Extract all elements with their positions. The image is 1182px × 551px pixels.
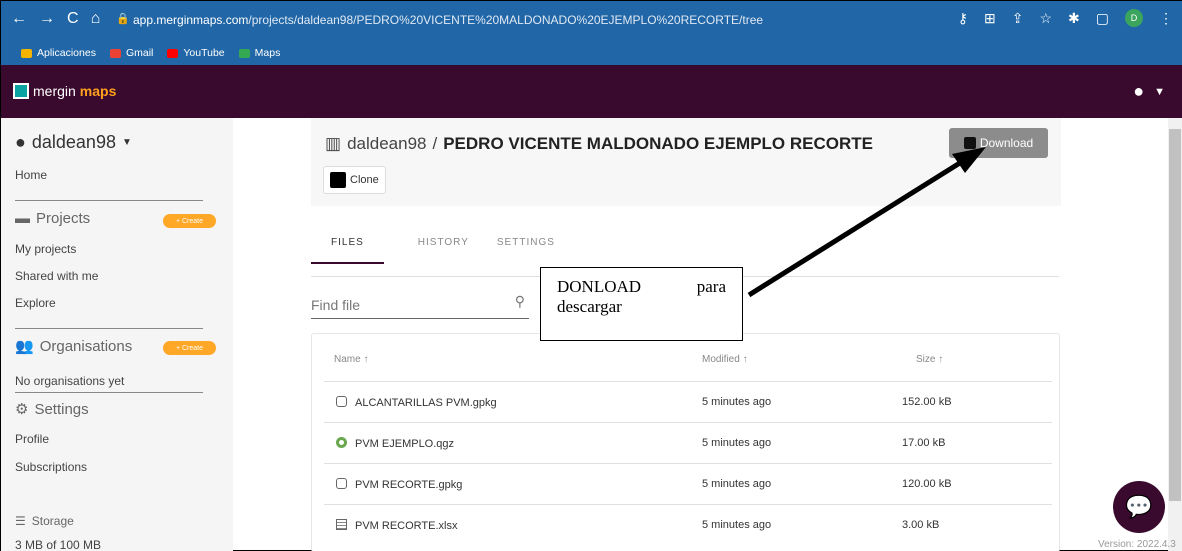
project-owner[interactable]: daldean98 bbox=[347, 134, 426, 154]
bookmarks-bar: Aplicaciones Gmail YouTube Maps bbox=[1, 41, 1182, 65]
qgis-icon bbox=[336, 437, 347, 448]
clone-button[interactable]: Clone bbox=[323, 166, 386, 194]
star-icon[interactable]: ☆ bbox=[1039, 10, 1052, 27]
sidebar-item-explore[interactable]: Explore bbox=[15, 296, 56, 310]
sidebar-item-shared[interactable]: Shared with me bbox=[15, 269, 98, 283]
table-row[interactable]: PVM EJEMPLO.qgz 5 minutes ago 17.00 kB bbox=[324, 422, 1052, 462]
clone-icon bbox=[330, 172, 346, 188]
spreadsheet-icon bbox=[336, 519, 347, 530]
caret-down-icon: ▼ bbox=[121, 137, 132, 148]
bookmark-youtube[interactable]: YouTube bbox=[167, 47, 225, 59]
forward-icon[interactable]: → bbox=[39, 10, 55, 28]
menu-icon[interactable]: ⋮ bbox=[1159, 10, 1173, 27]
translate-icon[interactable]: ⊞ bbox=[984, 10, 996, 27]
key-icon[interactable]: ⚷ bbox=[958, 10, 968, 27]
back-icon[interactable]: ← bbox=[11, 10, 27, 28]
table-row[interactable]: PVM RECORTE.gpkg 5 minutes ago 120.00 kB bbox=[324, 463, 1052, 503]
merginmaps-logo[interactable]: mergin maps bbox=[13, 83, 116, 99]
column-size[interactable]: Size ↑ bbox=[916, 354, 943, 365]
sidebar-item-subscriptions[interactable]: Subscriptions bbox=[15, 460, 87, 474]
storage-used: 3 MB of 100 MB bbox=[15, 538, 102, 551]
download-icon bbox=[963, 137, 976, 149]
version-label: Version: 2022.4.3 bbox=[1098, 539, 1176, 550]
logo-icon bbox=[13, 83, 29, 99]
divider bbox=[15, 200, 203, 201]
map-icon: ▥ bbox=[325, 134, 342, 153]
table-row[interactable]: PVM RECORTE.xlsx 5 minutes ago 3.00 kB bbox=[324, 504, 1052, 544]
sidebar-item-profile[interactable]: Profile bbox=[15, 432, 49, 446]
youtube-icon bbox=[167, 48, 179, 58]
user-circle-icon: ● bbox=[1133, 81, 1145, 101]
storage-icon: ☰ bbox=[15, 514, 26, 528]
lock-icon[interactable]: 🔒 bbox=[116, 12, 130, 25]
column-name[interactable]: Name ↑ bbox=[334, 354, 368, 365]
folder-icon: ▬ bbox=[15, 210, 30, 227]
bookmark-apps[interactable]: Aplicaciones bbox=[21, 47, 96, 59]
table-row[interactable]: ALCANTARILLAS PVM.gpkg 5 minutes ago 152… bbox=[324, 381, 1052, 421]
user-dropdown[interactable]: ● daldean98 ▼ bbox=[15, 132, 132, 153]
sidebar-section-settings: ⚙ Settings bbox=[15, 400, 89, 419]
create-project-button[interactable]: + Create bbox=[163, 214, 216, 228]
divider bbox=[15, 392, 203, 393]
maps-icon bbox=[238, 48, 250, 58]
files-table: Name ↑ Modified ↑ Size ↑ ALCANTARILLAS P… bbox=[311, 333, 1060, 551]
project-name: PEDRO VICENTE MALDONADO EJEMPLO RECORTE bbox=[443, 134, 873, 153]
create-organisation-button[interactable]: + Create bbox=[163, 341, 216, 355]
scrollbar-thumb[interactable] bbox=[1169, 129, 1181, 501]
profile-avatar[interactable]: D bbox=[1125, 9, 1143, 27]
address-bar[interactable]: app.merginmaps.com/projects/daldean98/PE… bbox=[133, 13, 763, 27]
search-icon: ⚲ bbox=[514, 293, 525, 309]
url-path: /projects/daldean98/PEDRO%20VICENTE%20MA… bbox=[248, 13, 764, 27]
extensions-icon[interactable]: ✱ bbox=[1068, 10, 1080, 27]
bookmark-gmail[interactable]: Gmail bbox=[109, 47, 153, 59]
project-tabs: FILES HISTORY SETTINGS bbox=[311, 229, 575, 264]
url-host: app.merginmaps.com bbox=[133, 13, 249, 27]
tab-history[interactable]: HISTORY bbox=[418, 229, 469, 264]
gear-icon: ⚙ bbox=[15, 401, 29, 418]
caret-down-icon: ▼ bbox=[1154, 85, 1165, 98]
storage-label: ☰ Storage bbox=[15, 514, 74, 528]
no-organisations-text: No organisations yet bbox=[15, 374, 125, 388]
share-icon[interactable]: ⇪ bbox=[1012, 10, 1024, 27]
sidebar-section-organisations: 👥 Organisations bbox=[15, 337, 133, 356]
sidebar-icon[interactable]: ▢ bbox=[1096, 10, 1109, 27]
tab-settings[interactable]: SETTINGS bbox=[497, 229, 575, 264]
app-header: mergin maps ● ▼ bbox=[1, 65, 1182, 118]
user-menu[interactable]: ● ▼ bbox=[1133, 81, 1165, 102]
browser-actions: ⚷ ⊞ ⇪ ☆ ✱ ▢ D ⋮ bbox=[958, 9, 1173, 27]
browser-toolbar: ← → C ⌂ 🔒 app.merginmaps.com/projects/da… bbox=[1, 1, 1182, 41]
search-input[interactable]: Find file ⚲ bbox=[311, 291, 529, 319]
nav-buttons: ← → C ⌂ bbox=[11, 10, 100, 28]
column-modified[interactable]: Modified ↑ bbox=[702, 354, 748, 365]
sidebar-section-projects: ▬ Projects bbox=[15, 210, 91, 227]
database-icon bbox=[336, 396, 347, 407]
download-button[interactable]: Download bbox=[949, 128, 1048, 158]
home-icon[interactable]: ⌂ bbox=[91, 10, 101, 28]
tab-files[interactable]: FILES bbox=[311, 229, 384, 264]
bookmark-maps[interactable]: Maps bbox=[238, 47, 280, 59]
sidebar: ● daldean98 ▼ Home ▬ Projects + Create My… bbox=[1, 118, 233, 551]
sidebar-item-my-projects[interactable]: My projects bbox=[15, 242, 76, 256]
people-icon: 👥 bbox=[15, 338, 34, 355]
divider bbox=[15, 328, 203, 329]
chat-icon[interactable]: 💬 bbox=[1113, 481, 1165, 533]
project-header: ▥ daldean98 / PEDRO VICENTE MALDONADO EJ… bbox=[311, 118, 1061, 206]
apps-icon bbox=[21, 48, 32, 58]
user-circle-icon: ● bbox=[15, 132, 26, 152]
page-title: ▥ daldean98 / PEDRO VICENTE MALDONADO EJ… bbox=[325, 134, 873, 154]
gmail-icon bbox=[109, 48, 121, 58]
sidebar-item-home[interactable]: Home bbox=[15, 168, 47, 182]
database-icon bbox=[336, 478, 347, 489]
annotation-callout: DONLOAD para descargar bbox=[540, 267, 743, 341]
reload-icon[interactable]: C bbox=[67, 10, 79, 28]
